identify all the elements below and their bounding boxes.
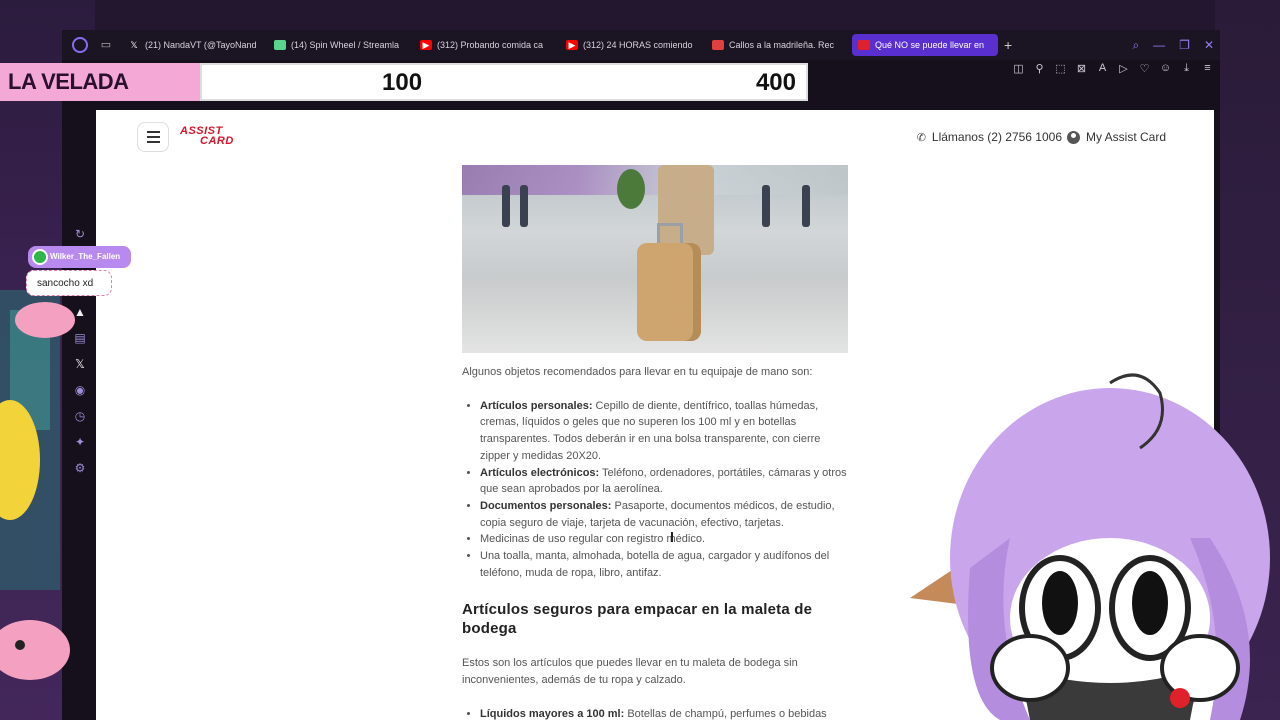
tab-2[interactable]: ▶ (312) Probando comida ca <box>414 34 560 56</box>
download-icon[interactable]: ⤓ <box>1180 62 1193 75</box>
chat-message: sancocho xd <box>26 270 112 296</box>
x-logo-icon: 𝕏 <box>130 40 138 50</box>
hamburger-menu-button[interactable] <box>137 122 169 152</box>
block-icon[interactable]: ⊠ <box>1075 62 1088 75</box>
send-icon[interactable]: ▷ <box>1117 62 1130 75</box>
intro-paragraph: Algunos objetos recomendados para llevar… <box>462 366 813 378</box>
site-header: ASSIST CARD ✆ Llámanos (2) 2756 1006 My … <box>96 110 1214 165</box>
checked-luggage-list: Líquidos mayores a 100 ml: Botellas de c… <box>462 706 852 720</box>
my-account-link[interactable]: My Assist Card <box>1066 130 1166 144</box>
list-item: Artículos electrónicos: Teléfono, ordena… <box>480 465 852 498</box>
list-item: Medicinas de uso regular con registro mé… <box>480 531 852 548</box>
restore-icon[interactable]: ❐ <box>1179 38 1190 53</box>
tab-1[interactable]: (14) Spin Wheel / Streamla <box>268 34 414 56</box>
list-item: Artículos personales: Cepillo de diente,… <box>480 398 852 465</box>
list-item: Líquidos mayores a 100 ml: Botellas de c… <box>480 706 852 720</box>
velada-score-overlay: LA VELADA 100 400 <box>0 63 808 101</box>
vtuber-avatar <box>910 373 1270 720</box>
chat-username: Wilker_The_Fallen <box>28 246 131 268</box>
profile-icon[interactable]: ☺ <box>1159 62 1172 75</box>
list-item: Una toalla, manta, almohada, botella de … <box>480 548 852 581</box>
sidebar-toggle-icon[interactable]: ◫ <box>1012 62 1025 75</box>
velada-title: LA VELADA <box>0 63 200 101</box>
youtube-icon: ▶ <box>420 40 432 50</box>
new-tab-icon[interactable]: + <box>1004 37 1012 53</box>
airport-suitcase-image <box>462 165 848 353</box>
assist-card-logo[interactable]: ASSIST CARD <box>180 126 234 147</box>
mouse-cursor <box>671 532 677 542</box>
snapshot-icon[interactable]: ⬚ <box>1054 62 1067 75</box>
section-heading: Artículos seguros para empacar en la mal… <box>462 601 813 638</box>
user-icon <box>1066 130 1080 144</box>
carry-on-list: Artículos personales: Cepillo de diente,… <box>462 398 852 582</box>
stream-top-bar <box>0 0 1280 30</box>
article-body: Algunos objetos recomendados para llevar… <box>462 364 852 720</box>
tab-5-active[interactable]: Qué NO se puede llevar en <box>852 34 998 56</box>
search-icon[interactable]: ⌕ <box>1132 38 1139 53</box>
opera-gx-icon[interactable] <box>72 37 88 53</box>
workspace-icon[interactable]: ▭ <box>98 39 114 51</box>
chat-message-overlay: Wilker_The_Fallen sancocho xd <box>26 246 131 296</box>
heart-icon[interactable]: ♡ <box>1138 62 1151 75</box>
tab-0[interactable]: 𝕏 (21) NandaVT (@TayoNand <box>122 34 268 56</box>
menu-icon[interactable]: ≡ <box>1201 62 1214 75</box>
decorative-character-left <box>0 290 75 680</box>
wheel-icon <box>274 40 286 50</box>
tab-bar: ▭ 𝕏 (21) NandaVT (@TayoNand (14) Spin Whe… <box>62 30 1220 60</box>
toolbar-icons: ◫ ⚲ ⬚ ⊠ A ▷ ♡ ☺ ⤓ ≡ <box>1012 62 1214 75</box>
translate-icon[interactable]: A <box>1096 62 1109 75</box>
call-link[interactable]: ✆ Llámanos (2) 2756 1006 <box>917 130 1062 144</box>
youtube-icon: ▶ <box>566 40 578 50</box>
close-icon[interactable]: ✕ <box>1204 38 1214 53</box>
tab-4[interactable]: Callos a la madrileña. Rec <box>706 34 852 56</box>
assist-card-icon <box>858 40 870 50</box>
score-left: 100 <box>382 69 423 96</box>
velada-score-bar: 100 400 <box>200 63 808 101</box>
minimize-icon[interactable]: — <box>1153 38 1165 53</box>
refresh-icon[interactable]: ↻ <box>72 226 88 242</box>
section-paragraph: Estos son los artículos que puedes lleva… <box>462 657 798 687</box>
recipe-icon <box>712 40 724 50</box>
phone-icon: ✆ <box>916 131 926 144</box>
tab-3[interactable]: ▶ (312) 24 HORAS comiendo <box>560 34 706 56</box>
pin-icon[interactable]: ⚲ <box>1033 62 1046 75</box>
chat-avatar <box>32 249 48 265</box>
score-right: 400 <box>755 69 796 96</box>
list-item: Documentos personales: Pasaporte, docume… <box>480 498 852 531</box>
